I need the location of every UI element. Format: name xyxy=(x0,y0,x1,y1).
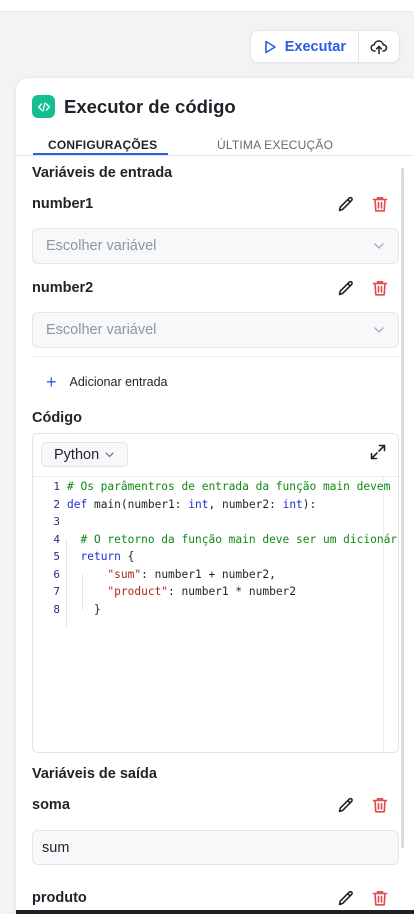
line-number: 5 xyxy=(53,550,60,564)
edit-icon[interactable] xyxy=(336,194,356,214)
code-section-title: Código xyxy=(32,410,82,426)
variable-actions xyxy=(336,795,390,815)
input-variables-title: Variáveis de entrada xyxy=(32,165,173,181)
input-variable-select[interactable]: Escolher variável xyxy=(32,228,399,264)
output-variables-title: Variáveis de saída xyxy=(32,766,157,782)
output-variable-value: sum xyxy=(42,839,70,856)
chevron-down-icon xyxy=(374,327,384,333)
code-line: 6 "sum": number1 + number2, xyxy=(33,566,398,584)
run-button-label: Executar xyxy=(284,38,346,55)
panel-header: Executor de código xyxy=(32,95,236,118)
code-line: 3 xyxy=(33,513,398,531)
code-line: 7 "product": number1 * number2 xyxy=(33,583,398,601)
output-variable-row: produto xyxy=(32,886,390,910)
tab-ultima-execucao[interactable]: ÚLTIMA EXECUÇÃO xyxy=(217,138,333,152)
input-variable-name: number2 xyxy=(32,280,94,296)
input-variable-select[interactable]: Escolher variável xyxy=(32,312,399,348)
scrollbar[interactable] xyxy=(401,168,404,848)
input-variable-row: number1 xyxy=(32,192,390,216)
output-variable-row: soma xyxy=(32,793,390,817)
play-icon xyxy=(264,40,276,53)
chevron-down-icon xyxy=(374,243,384,249)
code-line: 5 return { xyxy=(33,548,398,566)
edit-icon[interactable] xyxy=(336,888,356,908)
panel-title: Executor de código xyxy=(64,95,236,117)
top-strip xyxy=(0,0,414,12)
output-variable-field[interactable]: sum xyxy=(32,830,399,865)
code-line: 1 # Os parâmentros de entrada da função … xyxy=(33,478,398,496)
node-config-panel: Executor de código CONFIGURAÇÕES ÚLTIMA … xyxy=(16,78,414,914)
run-toolbar: Executar xyxy=(249,30,400,63)
output-variable-name: soma xyxy=(32,797,70,813)
code-line: 2 def main(number1: int, number2: int): xyxy=(33,496,398,514)
delete-icon[interactable] xyxy=(370,278,390,298)
input-variable-row: number2 xyxy=(32,276,390,300)
select-placeholder: Escolher variável xyxy=(46,238,157,254)
select-placeholder: Escolher variável xyxy=(46,322,157,338)
variable-actions xyxy=(336,278,390,298)
add-input-label: Adicionar entrada xyxy=(69,375,168,389)
variable-actions xyxy=(336,194,390,214)
chevron-down-icon xyxy=(105,452,114,458)
line-number: 7 xyxy=(53,585,60,599)
language-select[interactable]: Python xyxy=(41,442,129,467)
tab-configuracoes[interactable]: CONFIGURAÇÕES xyxy=(48,138,157,152)
line-number: 6 xyxy=(53,567,60,581)
publish-button[interactable] xyxy=(359,31,399,62)
delete-icon[interactable] xyxy=(370,194,390,214)
line-number: 1 xyxy=(53,480,60,494)
expand-icon[interactable] xyxy=(368,442,388,462)
line-number: 2 xyxy=(53,497,60,511)
output-variable-name: produto xyxy=(32,890,87,906)
edit-icon[interactable] xyxy=(336,795,356,815)
plus-icon: + xyxy=(46,372,57,392)
add-input-button[interactable]: + Adicionar entrada xyxy=(46,373,168,391)
cloud-upload-icon xyxy=(370,39,388,54)
tabs: CONFIGURAÇÕES ÚLTIMA EXECUÇÃO xyxy=(33,138,414,156)
code-editor: Python 1 # Os parâmentros de entrada da … xyxy=(32,433,399,753)
tabs-divider xyxy=(16,155,414,156)
variable-actions xyxy=(336,888,390,908)
edit-icon[interactable] xyxy=(336,278,356,298)
code-node-icon xyxy=(32,95,55,118)
code-line: 4 # O retorno da função main deve ser um… xyxy=(33,531,398,549)
section-divider xyxy=(32,356,399,357)
input-variable-name: number1 xyxy=(32,196,94,212)
language-value: Python xyxy=(54,446,100,463)
code-line: 8 } xyxy=(33,601,398,619)
run-button[interactable]: Executar xyxy=(251,31,359,62)
code-textarea[interactable]: 1 # Os parâmentros de entrada da função … xyxy=(33,476,398,752)
bottom-edge xyxy=(16,910,414,914)
line-number: 8 xyxy=(53,602,60,616)
delete-icon[interactable] xyxy=(370,795,390,815)
line-number: 3 xyxy=(53,515,60,529)
line-number: 4 xyxy=(53,532,60,546)
delete-icon[interactable] xyxy=(370,888,390,908)
